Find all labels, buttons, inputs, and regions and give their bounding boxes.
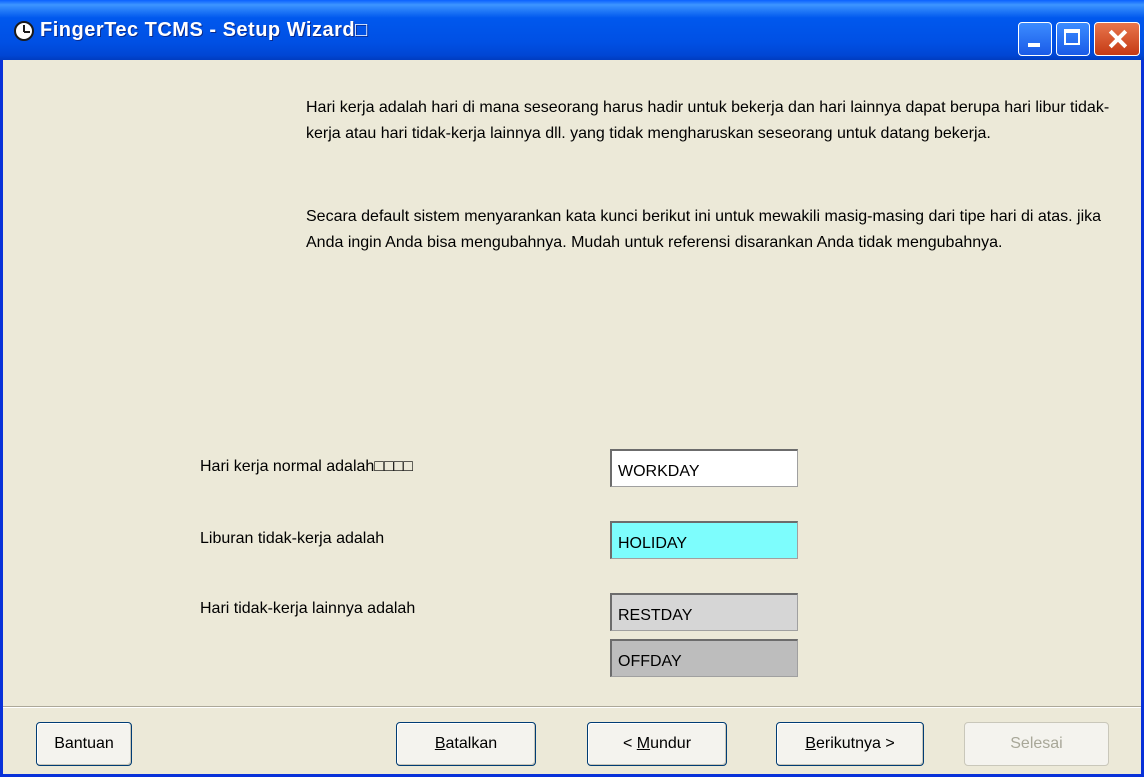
cancel-label: atalkan	[445, 735, 498, 752]
back-label: undur	[650, 735, 692, 752]
other-nonworkday-label: Hari tidak-kerja lainnya adalah	[200, 600, 416, 617]
restday-keyword-field[interactable]	[610, 593, 798, 631]
close-icon[interactable]	[1094, 22, 1140, 56]
help-button[interactable]: Bantuan	[36, 722, 132, 766]
next-mnemonic: B	[805, 735, 816, 752]
workday-label: Hari kerja normal adalah□□□□	[200, 458, 413, 475]
next-label: erikutnya >	[815, 735, 895, 752]
next-button[interactable]: Berikutnya >	[776, 722, 924, 766]
clock-icon	[14, 21, 34, 41]
back-mnemonic: M	[636, 735, 651, 752]
holiday-label: Liburan tidak-kerja adalah	[200, 530, 385, 547]
cancel-mnemonic: B	[434, 735, 446, 752]
setup-wizard-window: FingerTec TCMS - Setup Wizard□ Hari kerj…	[0, 0, 1144, 777]
description-paragraph-2: Secara default sistem menyarankan kata k…	[306, 208, 1102, 251]
back-button[interactable]: < Mundur	[587, 722, 727, 766]
cancel-button[interactable]: Batalkan	[396, 722, 536, 766]
minimize-icon[interactable]	[1018, 22, 1052, 56]
title-bar[interactable]: FingerTec TCMS - Setup Wizard□	[0, 0, 1144, 60]
window-title: FingerTec TCMS - Setup Wizard□	[40, 19, 368, 41]
holiday-keyword-field[interactable]	[610, 521, 798, 559]
back-prefix: <	[622, 735, 637, 752]
workday-keyword-field[interactable]	[610, 449, 798, 487]
maximize-icon[interactable]	[1056, 22, 1090, 56]
button-separator	[3, 706, 1141, 708]
offday-keyword-field[interactable]	[610, 639, 798, 677]
finish-button[interactable]: Selesai	[964, 722, 1109, 766]
description-paragraph-1: Hari kerja adalah hari di mana seseorang…	[306, 99, 1110, 142]
